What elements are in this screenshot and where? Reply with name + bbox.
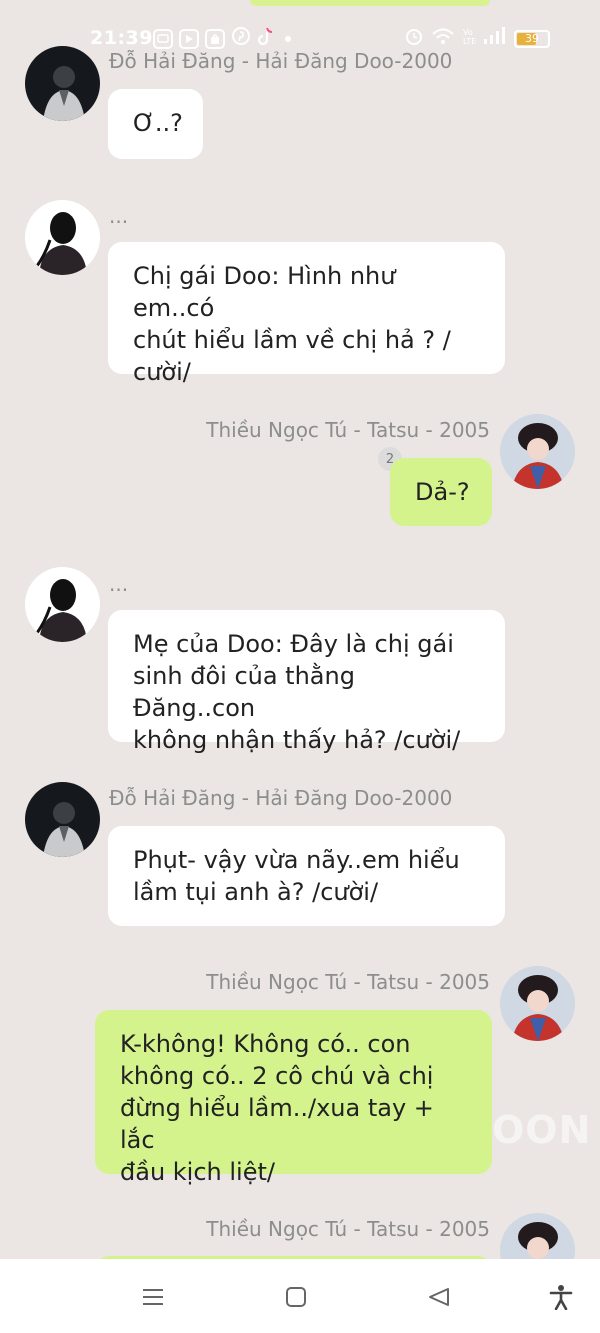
battery-level: 39 [525, 32, 539, 45]
message-text: Dả-? [415, 478, 470, 506]
hai-dang-avatar[interactable] [25, 46, 100, 121]
status-time: 21:39 [90, 27, 153, 49]
menu-icon[interactable] [139, 1283, 167, 1311]
svg-text:LTE: LTE [463, 37, 476, 46]
alarm-icon [404, 26, 424, 51]
battery-indicator: 39 [514, 29, 550, 48]
notification-icons [153, 26, 291, 51]
sender-name: ... [109, 572, 129, 596]
lte-icon: Vo LTE [462, 26, 476, 51]
message-bubble[interactable]: Ơ..? [108, 89, 203, 159]
silhouette-avatar[interactable] [25, 567, 100, 642]
message-bubble[interactable]: Dả-? [390, 458, 492, 526]
message-bubble[interactable]: K-không! Không có.. con không có.. 2 cô … [95, 1010, 492, 1186]
message-line: chút hiểu lầm về chị hả ? / [133, 326, 451, 354]
message-line: đầu kịch liệt/ [120, 1158, 275, 1186]
ngoc-tu-avatar[interactable] [500, 966, 575, 1041]
svg-text:Vo: Vo [463, 28, 473, 37]
home-icon[interactable] [282, 1283, 310, 1311]
message-line: không có.. 2 cô chú và chị [120, 1062, 434, 1090]
signal-icon [483, 27, 507, 50]
sender-name: Đỗ Hải Đăng - Hải Đăng Doo-2000 [109, 49, 453, 73]
message-line: K-không! Không có.. con [120, 1030, 411, 1058]
message-line: lầm tụi anh à? /cười/ [133, 878, 379, 906]
tiktok-icon [257, 26, 275, 51]
wifi-icon [431, 26, 455, 51]
system-icons: Vo LTE 39 [404, 26, 550, 51]
accessibility-icon[interactable] [547, 1283, 575, 1311]
sender-name: ... [109, 204, 129, 228]
message-bubble[interactable]: Chị gái Doo: Hình như em..có chút hiểu l… [108, 242, 505, 386]
message-bubble[interactable]: Phụt- vậy vừa nãy..em hiểu lầm tụi anh à… [108, 826, 505, 926]
silhouette-avatar[interactable] [25, 200, 100, 275]
message-bubble[interactable]: Mẹ của Doo: Đây là chị gái sinh đôi của … [108, 610, 505, 754]
message-line: không nhận thấy hả? /cười/ [133, 726, 461, 754]
watermark: OON [492, 1108, 592, 1152]
pinterest-icon [231, 26, 251, 51]
message-icon [153, 28, 173, 49]
sender-name: Thiều Ngọc Tú - Tatsu - 2005 [206, 418, 490, 442]
sender-name: Đỗ Hải Đăng - Hải Đăng Doo-2000 [109, 786, 453, 810]
message-line: cười/ [133, 358, 191, 386]
sender-name: Thiều Ngọc Tú - Tatsu - 2005 [206, 1217, 490, 1241]
message-line: sinh đôi của thằng Đăng..con [133, 662, 355, 722]
youtube-icon [179, 28, 199, 49]
hai-dang-avatar[interactable] [25, 782, 100, 857]
message-line: Phụt- vậy vừa nãy..em hiểu [133, 846, 460, 874]
message-line: Chị gái Doo: Hình như em..có [133, 262, 396, 322]
navigation-bar [0, 1259, 600, 1333]
ngoc-tu-avatar[interactable] [500, 414, 575, 489]
sender-name: Thiều Ngọc Tú - Tatsu - 2005 [206, 970, 490, 994]
message-text: Ơ..? [133, 109, 183, 137]
back-icon[interactable] [425, 1283, 453, 1311]
shopee-icon [205, 28, 225, 49]
message-line: đừng hiểu lầm../xua tay + lắc [120, 1094, 434, 1154]
message-line: Mẹ của Doo: Đây là chị gái [133, 630, 454, 658]
more-notifications-dot [285, 35, 291, 42]
